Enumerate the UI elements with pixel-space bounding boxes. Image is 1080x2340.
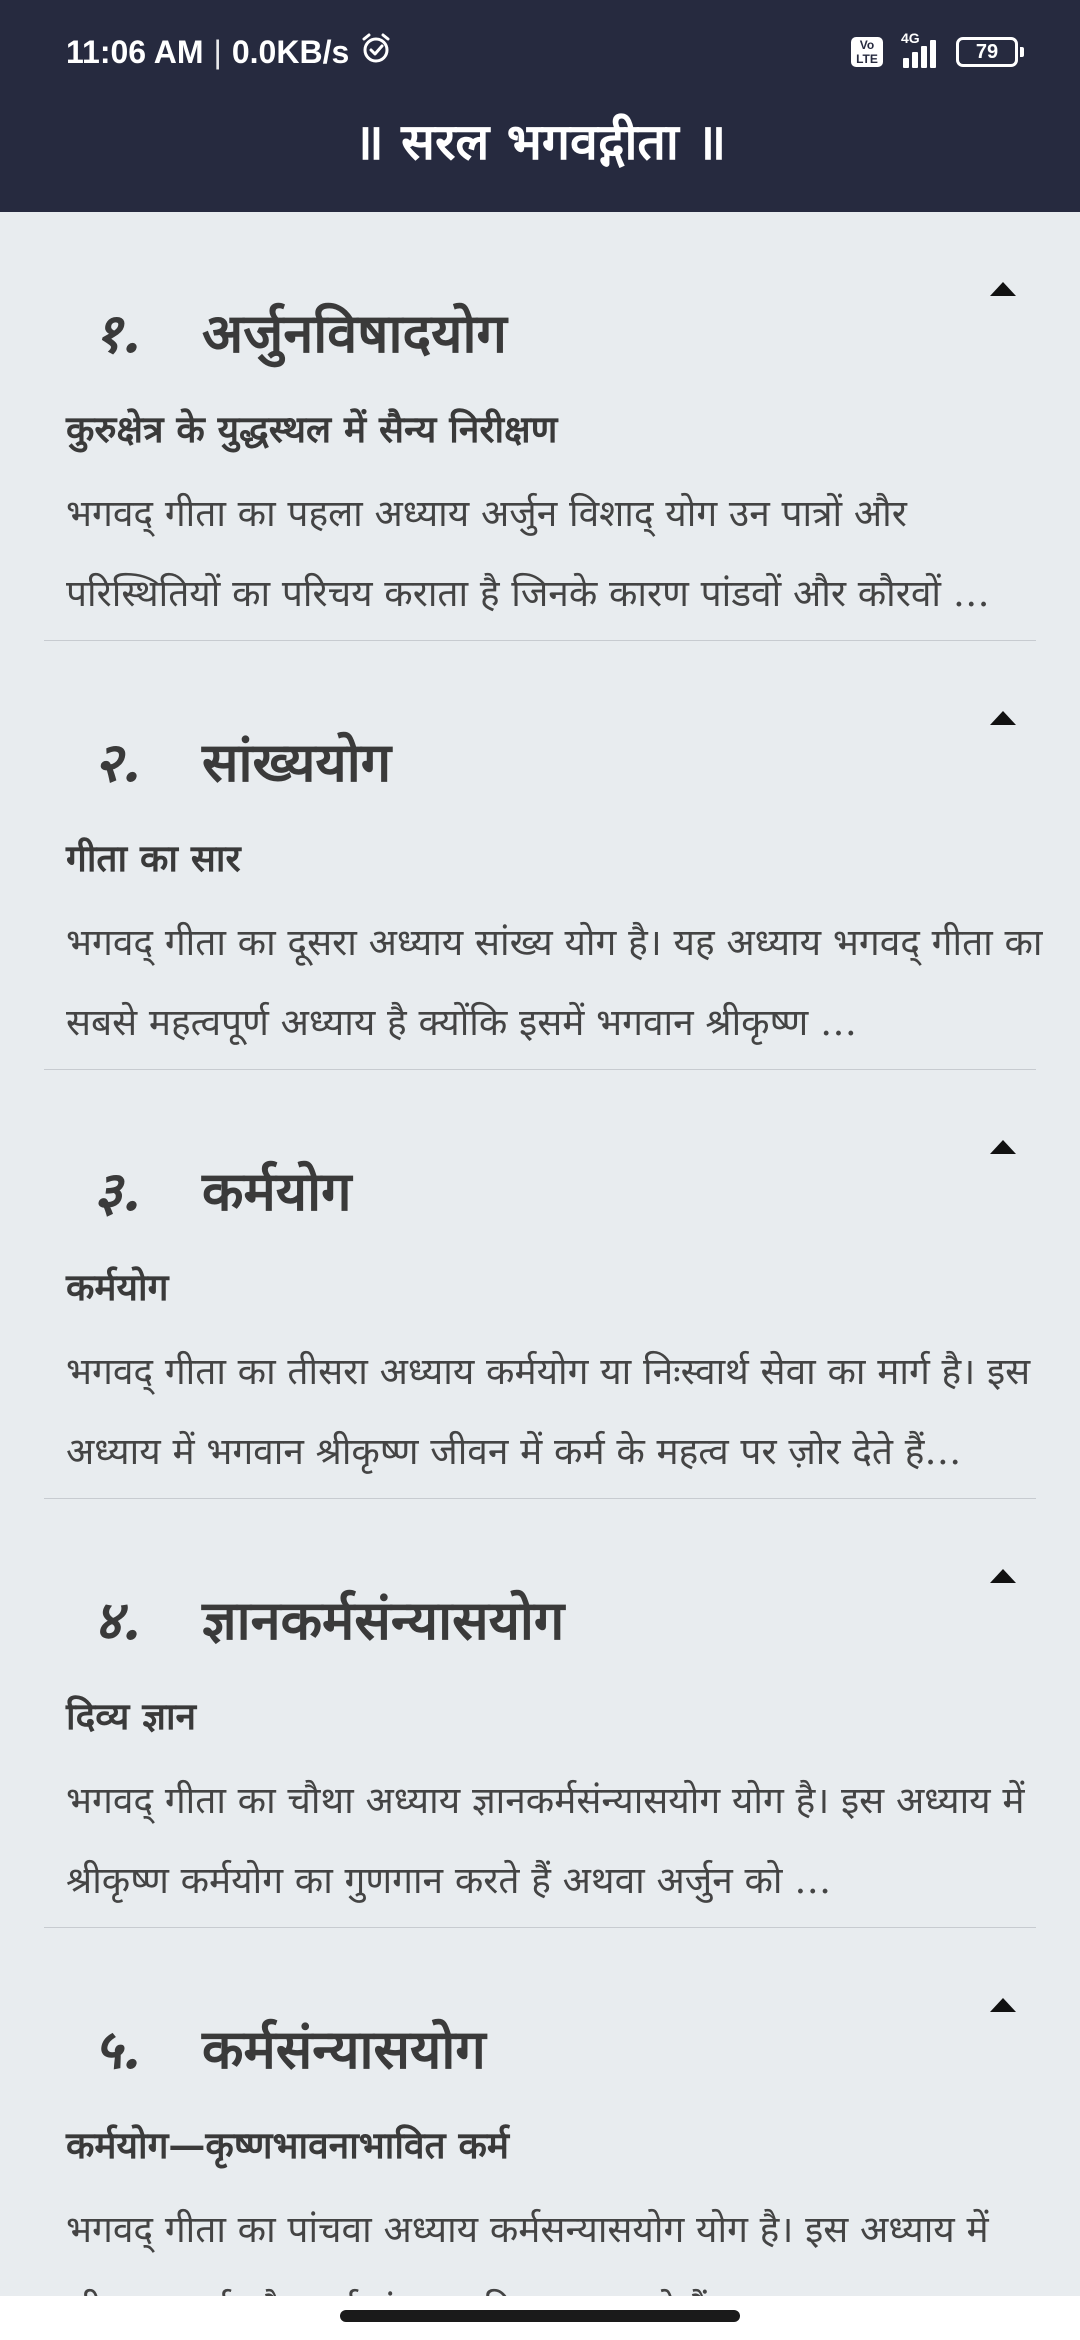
network-speed: 0.0KB/s [231, 33, 350, 70]
status-bar-right: Vo LTE 4G 79 [851, 30, 1024, 74]
chapter-heading: ३. कर्मयोग [94, 1152, 351, 1226]
caret-up-icon[interactable] [990, 282, 1016, 296]
chapter-name: सांख्ययोग [202, 730, 392, 794]
volte-line1: Vo [859, 38, 875, 52]
caret-up-icon[interactable] [990, 1998, 1016, 2012]
chapter-name: ज्ञानकर्मसंन्यासयोग [202, 1588, 565, 1652]
chapter-number: १. [94, 301, 141, 365]
chapter-card-3[interactable]: ३. कर्मयोग कर्मयोग भगवद् गीता का तीसरा अ… [44, 1070, 1036, 1499]
network-type-label: 4G [901, 30, 920, 46]
chapter-heading: १. अर्जुनविषादयोग [94, 294, 507, 368]
chapter-subtitle: दिव्य ज्ञान [66, 1694, 197, 1738]
chapter-heading: २. सांख्ययोग [94, 723, 391, 797]
status-bar-left: 11:06 AM | 0.0KB/s [66, 28, 393, 76]
app-title: ॥ सरल भगवद्गीता ॥ [353, 112, 727, 171]
volte-line2: LTE [856, 52, 878, 66]
top-bar: 11:06 AM | 0.0KB/s Vo LTE 4G 79 ॥ सरल भग… [0, 0, 1080, 212]
chapter-description: भगवद् गीता का चौथा अध्याय ज्ञानकर्मसंन्य… [66, 1779, 1025, 1902]
battery-level: 79 [975, 40, 999, 63]
chapter-number: २. [94, 730, 141, 794]
signal-bar-1 [903, 58, 909, 68]
chapter-card-1[interactable]: १. अर्जुनविषादयोग कुरुक्षेत्र के युद्धस्… [44, 212, 1036, 641]
caret-up-icon[interactable] [990, 711, 1016, 725]
chapter-card-4[interactable]: ४. ज्ञानकर्मसंन्यासयोग दिव्य ज्ञान भगवद्… [44, 1499, 1036, 1928]
signal-bar-2 [912, 52, 918, 68]
chapter-description: भगवद् गीता का दूसरा अध्याय सांख्य योग है… [66, 921, 1043, 1044]
chapter-heading: ५. कर्मसंन्यासयोग [94, 2010, 486, 2084]
chapter-card-2[interactable]: २. सांख्ययोग गीता का सार भगवद् गीता का द… [44, 641, 1043, 1070]
chapter-description: भगवद् गीता का पहला अध्याय अर्जुन विशाद् … [66, 492, 990, 615]
home-indicator[interactable] [340, 2310, 740, 2322]
chapter-name: कर्मसंन्यासयोग [202, 2017, 486, 2081]
signal-bar-3 [921, 46, 927, 68]
chapter-heading: ४. ज्ञानकर्मसंन्यासयोग [94, 1581, 564, 1655]
status-time: 11:06 AM [66, 33, 204, 70]
chapter-subtitle: गीता का सार [66, 836, 241, 880]
chapter-name: अर्जुनविषादयोग [202, 301, 507, 365]
chapter-number: ५. [94, 2017, 141, 2081]
chapter-description: भगवद् गीता का तीसरा अध्याय कर्मयोग या नि… [66, 1350, 1031, 1473]
alarm-clock-icon [359, 31, 393, 73]
battery-icon: 79 [956, 37, 1024, 67]
chapter-number: ४. [94, 1588, 141, 1652]
volte-icon: Vo LTE [851, 37, 883, 67]
chapter-subtitle: कुरुक्षेत्र के युद्धस्थल में सैन्य निरीक… [66, 407, 558, 451]
signal-strength-icon: 4G [901, 30, 936, 68]
chapter-card-5[interactable]: ५. कर्मसंन्यासयोग कर्मयोग—कृष्णभावनाभावि… [44, 1928, 1036, 2340]
caret-up-icon[interactable] [990, 1140, 1016, 1154]
chapter-subtitle: कर्मयोग [66, 1265, 169, 1309]
chapter-name: कर्मयोग [202, 1159, 352, 1223]
signal-bar-4 [930, 40, 936, 68]
caret-up-icon[interactable] [990, 1569, 1016, 1583]
chapter-subtitle: कर्मयोग—कृष्णभावनाभावित कर्म [66, 2123, 510, 2167]
screen: 11:06 AM | 0.0KB/s Vo LTE 4G 79 ॥ सरल भग… [0, 0, 1080, 2340]
chapter-number: ३. [94, 1159, 141, 1223]
status-separator: | [213, 33, 222, 70]
chapter-list[interactable]: १. अर्जुनविषादयोग कुरुक्षेत्र के युद्धस्… [0, 212, 1080, 2340]
